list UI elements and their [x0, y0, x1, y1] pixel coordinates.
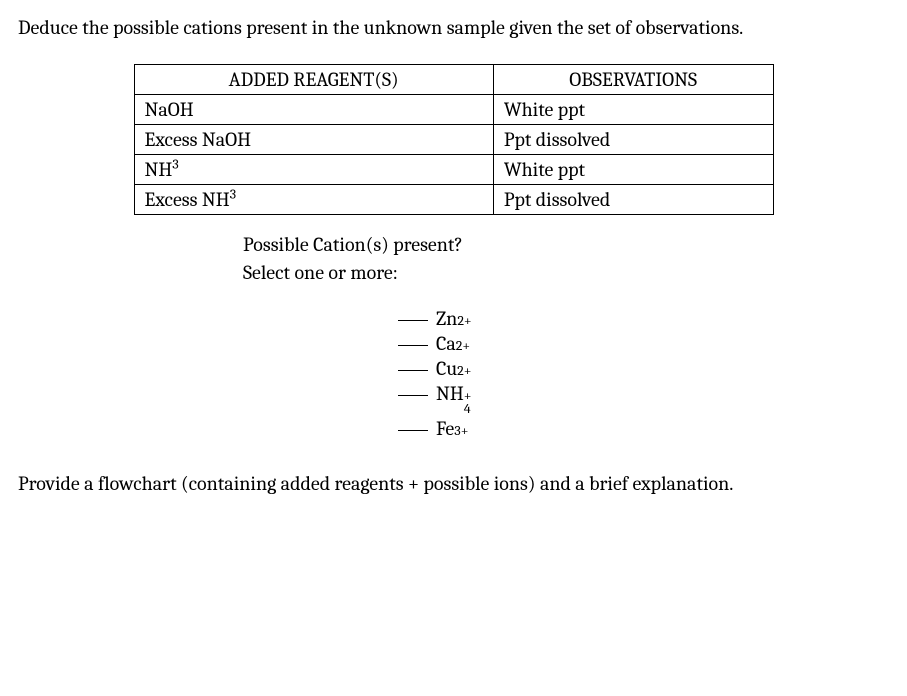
option-symbol: Zn [436, 307, 457, 330]
obs-cell: Ppt dissolved [504, 128, 610, 151]
answer-blank[interactable] [398, 395, 428, 396]
table-row: Excess NaOH Ppt dissolved [134, 125, 773, 155]
obs-cell: Ppt dissolved [504, 188, 610, 211]
footer-text: Provide a flowchart (containing added re… [18, 470, 889, 498]
prompt-question: Possible Cation(s) present? [243, 231, 889, 259]
observations-table: ADDED REAGENT(S) OBSERVATIONS NaOH White… [134, 64, 774, 215]
option-row: NH+4 [398, 382, 889, 415]
reagent-cell: NH [145, 158, 173, 181]
reagent-sup: 3 [172, 155, 178, 172]
answer-blank[interactable] [398, 320, 428, 321]
reagent-cell: Excess NaOH [145, 128, 252, 151]
table-row: Excess NH3 Ppt dissolved [134, 185, 773, 215]
header-observations: OBSERVATIONS [493, 65, 773, 95]
option-symbol: Ca [436, 332, 456, 355]
option-symbol: NH [436, 382, 464, 405]
option-row: Fe3+ [398, 417, 889, 440]
answer-blank[interactable] [398, 345, 428, 346]
obs-cell: White ppt [504, 158, 585, 181]
option-subsup: +4 [464, 390, 472, 415]
reagent-cell: NaOH [145, 98, 194, 121]
table-row: NH3 White ppt [134, 155, 773, 185]
answer-blank[interactable] [398, 370, 428, 371]
answer-blank[interactable] [398, 430, 428, 431]
option-row: Zn2+ [398, 307, 889, 330]
obs-cell: White ppt [504, 98, 585, 121]
prompt-select: Select one or more: [243, 259, 889, 287]
option-symbol: Cu [436, 357, 457, 380]
options-list: Zn2+ Ca2+ Cu2+ NH+4 Fe3+ [398, 307, 889, 440]
intro-text: Deduce the possible cations present in t… [18, 14, 889, 42]
option-row: Cu2+ [398, 357, 889, 380]
reagent-cell: Excess NH [145, 188, 230, 211]
reagent-sup: 3 [230, 185, 236, 202]
option-symbol: Fe [436, 417, 454, 440]
option-row: Ca2+ [398, 332, 889, 355]
table-row: NaOH White ppt [134, 95, 773, 125]
header-reagent: ADDED REAGENT(S) [134, 65, 493, 95]
